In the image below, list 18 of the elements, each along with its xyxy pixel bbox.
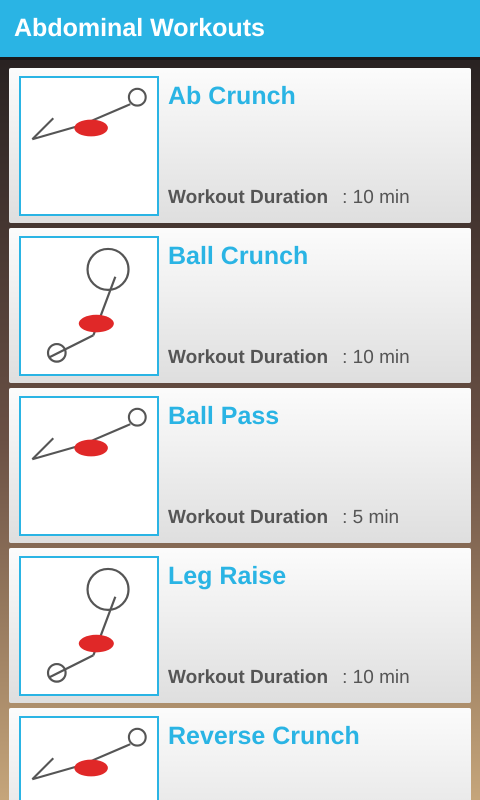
duration-label: Workout Duration [168,507,328,529]
workout-card[interactable]: Ball Pass Workout Duration : 5 min [9,388,471,543]
duration-label: Workout Duration [168,667,328,689]
workout-name: Ab Crunch [168,82,297,111]
workout-name: Leg Raise [168,562,288,591]
workout-card[interactable]: Leg Raise Workout Duration : 10 min [9,548,471,703]
duration-value: : 10 min [342,187,410,209]
workout-card[interactable]: Ball Crunch Workout Duration : 10 min [9,228,471,383]
app-title: Abdominal Workouts [14,14,265,43]
duration-value: : 5 min [342,507,400,529]
duration-label: Workout Duration [168,187,328,209]
workout-name: Ball Crunch [168,242,310,271]
workout-name: Ball Pass [168,402,280,431]
workout-card[interactable]: Ab Crunch Workout Duration : 10 min [9,68,471,223]
duration-value: : 10 min [342,667,410,689]
duration-value: : 10 min [342,347,410,369]
duration-label: Workout Duration [168,347,328,369]
workout-name: Reverse Crunch [168,722,361,751]
